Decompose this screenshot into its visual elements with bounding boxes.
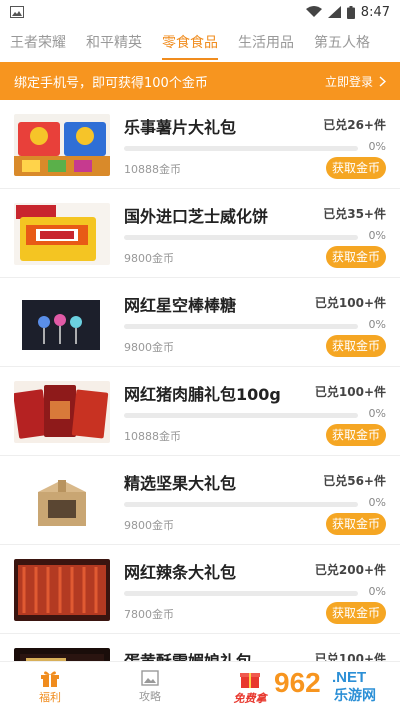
nav-welfare-label: 福利 [39,690,61,704]
coin-price: 9800金币 [124,341,174,354]
sold-count: 已兑200+件 [314,563,386,577]
progress-percent: 0% [368,407,386,420]
product-title: 网红辣条大礼包 [124,563,237,582]
get-coins-button[interactable]: 获取金币 [326,513,386,535]
bind-phone-banner[interactable]: 绑定手机号，即可获得100个金币 立即登录 [0,62,400,100]
nav-welfare[interactable]: 福利 [0,662,100,711]
coin-price: 7800金币 [124,608,174,621]
get-coins-button[interactable]: 获取金币 [326,335,386,357]
tab-identity-v[interactable]: 第五人格 [304,24,380,62]
product-title: 国外进口芝士威化饼 [124,207,269,226]
chevron-right-icon [379,75,386,87]
tab-snacks[interactable]: 零食食品 [152,24,228,62]
progress-bar [124,502,358,507]
product-item[interactable]: 精选坚果大礼包 已兑56+件 0% 9800金币 获取金币 [0,456,400,545]
login-link[interactable]: 立即登录 [325,73,386,90]
product-title: 网红猪肉脯礼包100g [124,385,281,404]
progress-bar [124,146,358,151]
product-item[interactable]: 网红星空棒棒糖 已兑100+件 0% 9800金币 获取金币 [0,278,400,367]
login-label: 立即登录 [324,74,373,89]
product-title: 乐事薯片大礼包 [124,118,237,137]
progress-bar [124,235,358,240]
nav-guide-label: 攻略 [139,689,161,703]
lollipop-product-image [14,292,110,354]
get-coins-button[interactable]: 获取金币 [326,157,386,179]
site-watermark: 962 .NET 乐游网 [268,664,394,706]
watermark-number: 962 [274,667,321,698]
sold-count: 已兑100+件 [314,296,386,310]
coin-price: 9800金币 [124,252,174,265]
progress-bar [124,591,358,596]
category-tabs: 王者荣耀 和平精英 零食食品 生活用品 第五人格 [0,24,400,62]
wafer-product-image [14,203,110,265]
coin-price: 9800金币 [124,519,174,532]
chips-product-image [14,114,110,176]
clock: 8:47 [360,4,390,20]
signal-icon [327,6,341,18]
product-title: 网红星空棒棒糖 [124,296,237,315]
get-coins-button[interactable]: 获取金币 [326,424,386,446]
product-item[interactable]: 乐事薯片大礼包 已兑26+件 0% 10888金币 获取金币 [0,100,400,189]
sold-count: 已兑100+件 [314,385,386,399]
banner-text: 绑定手机号，即可获得100个金币 [14,75,208,91]
progress-percent: 0% [368,585,386,598]
progress-percent: 0% [368,140,386,153]
nav-guide[interactable]: 攻略 [100,662,200,711]
tab-heping[interactable]: 和平精英 [76,24,152,62]
watermark-name: 乐游网 [334,687,376,704]
product-item[interactable]: 网红猪肉脯礼包100g 已兑100+件 0% 10888金币 获取金币 [0,367,400,456]
sold-count: 已兑26+件 [323,118,386,132]
get-coins-button[interactable]: 获取金币 [326,246,386,268]
gift-icon [41,670,59,687]
get-coins-button[interactable]: 获取金币 [326,602,386,624]
spicy-strip-product-image [14,559,110,621]
status-bar: 8:47 [0,0,400,24]
product-item[interactable]: 网红辣条大礼包 已兑200+件 0% 7800金币 获取金币 [0,545,400,634]
wifi-icon [305,6,322,17]
gallery-notification-icon [10,6,24,18]
tab-wangzhe[interactable]: 王者荣耀 [0,24,76,62]
gift-box-icon [240,672,260,688]
product-title: 精选坚果大礼包 [124,474,237,493]
nav-free-take-label: 免费拿 [233,691,267,705]
product-list: 乐事薯片大礼包 已兑26+件 0% 10888金币 获取金币 国外进口芝士威化饼… [0,100,400,711]
product-item[interactable]: 国外进口芝士威化饼 已兑35+件 0% 9800金币 获取金币 [0,189,400,278]
battery-icon [346,5,355,19]
sold-count: 已兑56+件 [323,474,386,488]
progress-bar [124,324,358,329]
coin-price: 10888金币 [124,430,181,443]
sold-count: 已兑35+件 [323,207,386,221]
picture-icon [141,669,159,686]
progress-percent: 0% [368,318,386,331]
tab-daily-goods[interactable]: 生活用品 [228,24,304,62]
jerky-product-image [14,381,110,443]
progress-bar [124,413,358,418]
progress-percent: 0% [368,229,386,242]
watermark-suffix: .NET [332,669,366,686]
nuts-product-image [14,470,110,532]
coin-price: 10888金币 [124,163,181,176]
progress-percent: 0% [368,496,386,509]
app-screen: 8:47 王者荣耀 和平精英 零食食品 生活用品 第五人格 绑定手机号，即可获得… [0,0,400,711]
